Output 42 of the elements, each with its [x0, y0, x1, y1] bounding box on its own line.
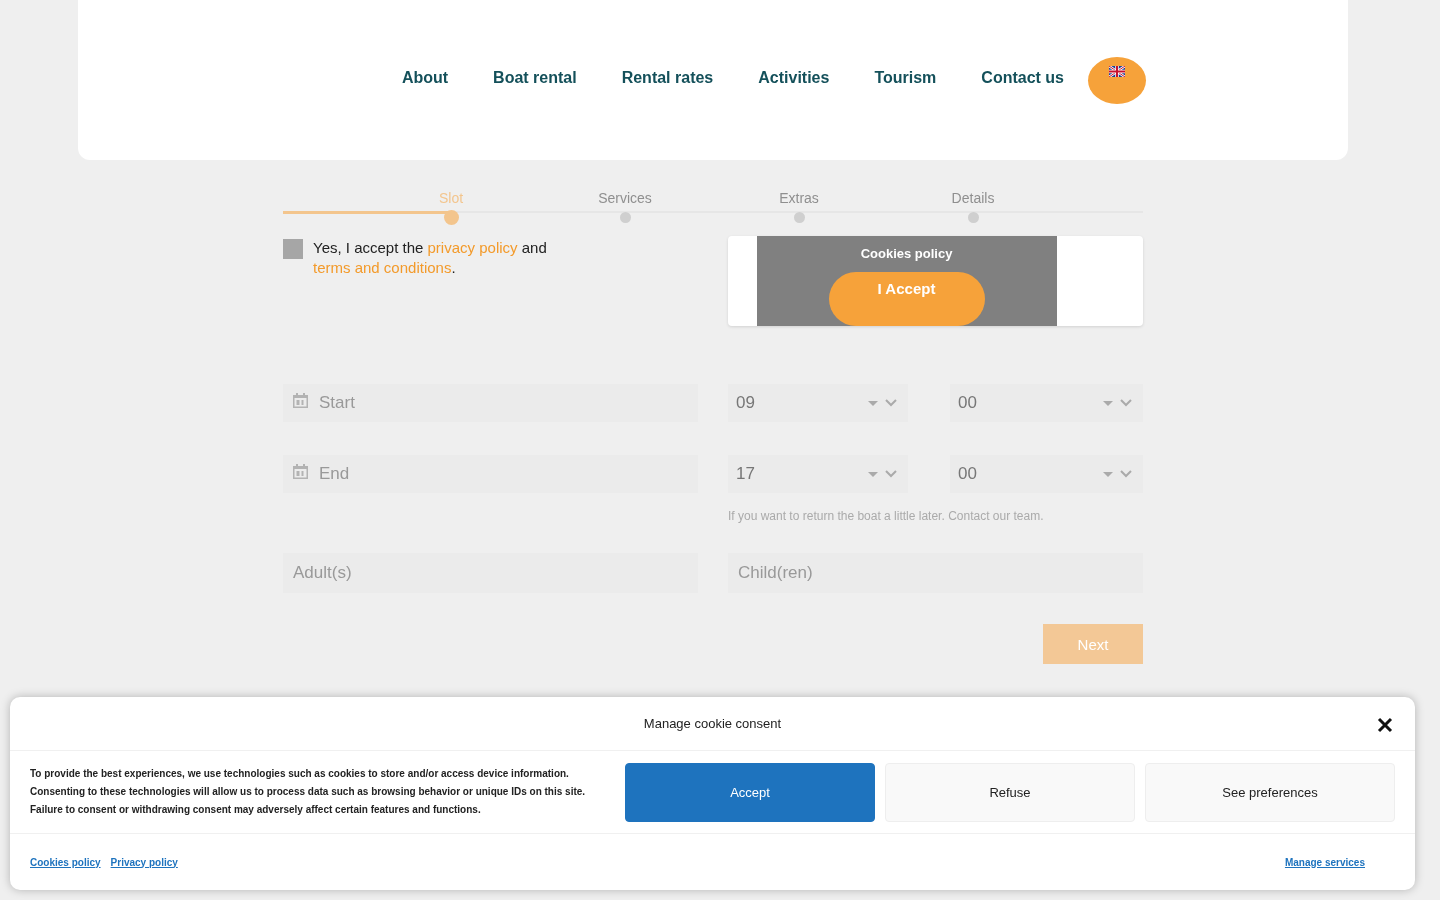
- hour-select[interactable]: 17: [728, 455, 908, 493]
- guest-field[interactable]: Adult(s): [283, 553, 698, 593]
- caret-icon: [868, 469, 900, 479]
- banner-button[interactable]: See preferences: [1145, 762, 1395, 822]
- nav-link[interactable]: About: [401, 69, 449, 87]
- policy-link[interactable]: Cookies policy: [30, 856, 101, 868]
- step-label[interactable]: Services: [598, 190, 652, 206]
- banner-button[interactable]: Refuse: [885, 762, 1135, 822]
- step-dot[interactable]: [793, 212, 805, 223]
- step-label[interactable]: Details: [951, 190, 995, 206]
- banner-title: Manage cookie consent: [643, 716, 782, 731]
- policy-link[interactable]: Privacy policy: [110, 856, 178, 868]
- language-button[interactable]: [1088, 56, 1146, 104]
- calendar-icon: [293, 393, 308, 408]
- date-field[interactable]: End: [283, 455, 698, 493]
- nav-link[interactable]: Activities: [758, 69, 830, 87]
- date-field[interactable]: Start: [283, 384, 698, 422]
- nav-link[interactable]: Contact us: [981, 69, 1064, 87]
- step-label[interactable]: Extras: [779, 190, 819, 206]
- hour-select[interactable]: 09: [728, 384, 908, 422]
- nav-link[interactable]: Boat rental: [493, 69, 577, 87]
- step-dot[interactable]: [443, 210, 459, 225]
- minute-select[interactable]: 00: [950, 455, 1143, 493]
- minute-select[interactable]: 00: [950, 384, 1143, 422]
- nav-link[interactable]: Rental rates: [621, 69, 714, 87]
- flag-icon: [1109, 65, 1125, 77]
- guest-field[interactable]: Child(ren): [728, 553, 1143, 593]
- caret-icon: [868, 398, 900, 408]
- widget-title: Cookies policy: [860, 246, 953, 261]
- calendar-icon: [293, 464, 308, 479]
- step-dot[interactable]: [619, 212, 631, 223]
- manage-link[interactable]: Manage services: [1284, 856, 1365, 868]
- nav-link[interactable]: Tourism: [874, 69, 937, 87]
- accept-button[interactable]: Accept: [625, 762, 875, 822]
- consent-text: Yes, I accept the privacy policy and terms and conditions.: [313, 238, 548, 278]
- step-dot[interactable]: [967, 212, 979, 223]
- caret-icon: [1103, 469, 1135, 479]
- consent-description: To provide the best experiences, we use technologies such as cookies to store and/or access device information. Consenting to these technologies will allow us to process data such as browsing behavior or unique IDs on this site. Failure to consent or withdrawing consent may adversely affect certain features and functions.: [30, 767, 587, 817]
- hint-text: If you want to return the boat a little later. Contact our team.: [728, 509, 1045, 523]
- caret-icon: [1103, 398, 1135, 408]
- checkbox[interactable]: [283, 239, 303, 259]
- close-icon[interactable]: [1377, 717, 1393, 733]
